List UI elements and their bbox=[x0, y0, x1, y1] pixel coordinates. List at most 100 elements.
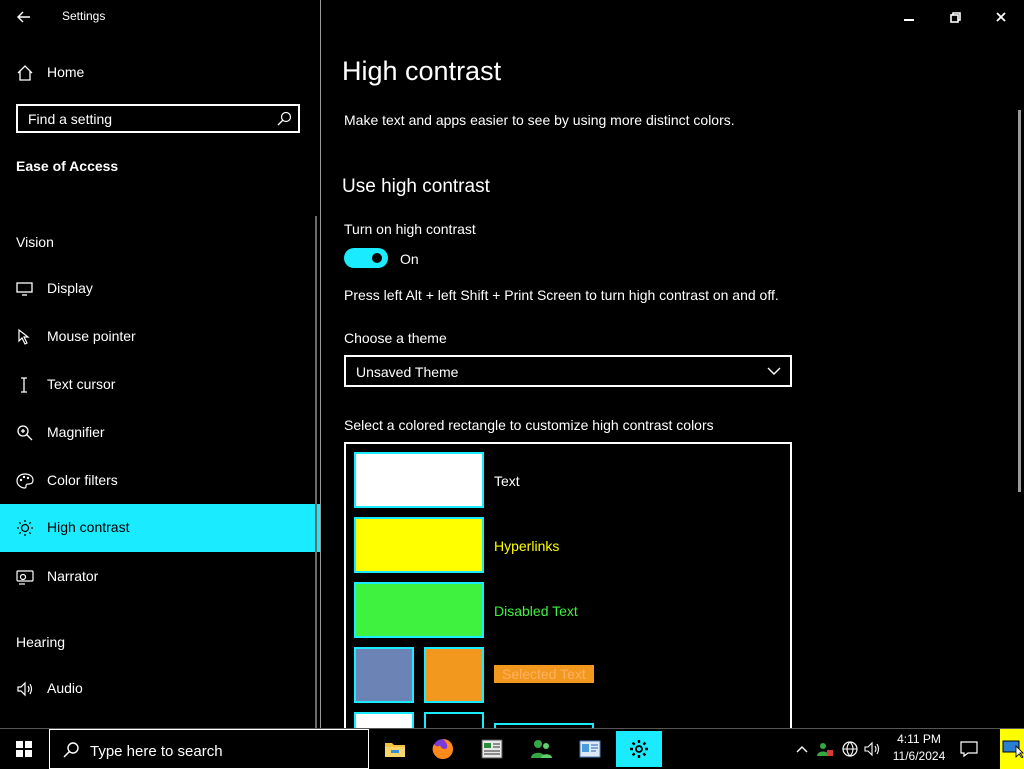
toggle-label: Turn on high contrast bbox=[344, 221, 476, 237]
taskbar-people-app[interactable] bbox=[518, 731, 564, 767]
sidebar-item-home[interactable]: Home bbox=[0, 49, 320, 97]
selected-text-background-swatch[interactable] bbox=[354, 647, 414, 703]
selected-text-foreground-swatch[interactable] bbox=[424, 647, 484, 703]
sidebar-item-magnifier[interactable]: Magnifier bbox=[0, 409, 320, 457]
clock-date: 11/6/2024 bbox=[892, 749, 946, 763]
taskbar-control-panel[interactable] bbox=[567, 731, 613, 767]
disabled-text-color-swatch[interactable] bbox=[354, 582, 484, 638]
sidebar: Home Ease of Access Vision Display Mouse… bbox=[0, 34, 320, 728]
search-icon bbox=[277, 111, 292, 126]
network-globe-icon bbox=[842, 741, 858, 757]
category-heading: Ease of Access bbox=[16, 158, 119, 174]
sidebar-item-label: Magnifier bbox=[47, 424, 105, 440]
document-app-icon bbox=[481, 739, 503, 759]
color-filters-icon bbox=[16, 473, 34, 489]
speaker-icon bbox=[17, 681, 33, 697]
start-button[interactable] bbox=[0, 729, 48, 769]
system-clock[interactable]: 4:11 PM 11/6/2024 bbox=[888, 731, 950, 767]
hearing-heading: Hearing bbox=[16, 634, 66, 650]
hyperlinks-color-swatch[interactable] bbox=[354, 517, 484, 573]
taskbar-document-app[interactable] bbox=[469, 731, 515, 767]
chevron-up-icon bbox=[796, 746, 808, 753]
restore-button[interactable] bbox=[932, 4, 978, 30]
sidebar-item-label: Audio bbox=[47, 680, 83, 696]
sidebar-item-label: Text cursor bbox=[47, 376, 116, 392]
page-title: High contrast bbox=[342, 56, 502, 86]
taskbar-firefox[interactable] bbox=[420, 731, 466, 767]
sidebar-item-label: Narrator bbox=[47, 568, 99, 584]
high-contrast-icon bbox=[17, 520, 33, 536]
sidebar-item-label: High contrast bbox=[47, 519, 130, 535]
app-status-icon bbox=[817, 743, 833, 756]
sidebar-scrollbar[interactable] bbox=[315, 216, 317, 728]
sidebar-item-label: Home bbox=[47, 64, 85, 80]
color-customization-panel: Text Hyperlinks Disabled Text Selected T… bbox=[344, 442, 792, 742]
tray-overflow-button[interactable] bbox=[792, 739, 812, 759]
main-content: High contrast Make text and apps easier … bbox=[321, 34, 1024, 742]
back-button[interactable] bbox=[8, 4, 40, 30]
theme-dropdown[interactable]: Unsaved Theme bbox=[344, 355, 792, 387]
taskbar: 4:11 PM 11/6/2024 bbox=[0, 728, 1024, 769]
section-title: Use high contrast bbox=[342, 176, 490, 197]
magnifier-icon bbox=[17, 425, 33, 441]
minimize-button[interactable] bbox=[886, 4, 932, 30]
people-app-icon bbox=[531, 740, 552, 758]
toggle-knob bbox=[372, 253, 382, 263]
settings-gear-icon bbox=[630, 740, 648, 758]
shortcut-hint: Press left Alt + left Shift + Print Scre… bbox=[344, 287, 779, 303]
search-input[interactable] bbox=[18, 106, 278, 131]
sidebar-item-mouse-pointer[interactable]: Mouse pointer bbox=[0, 313, 320, 361]
search-icon bbox=[63, 742, 79, 758]
disabled-text-color-label: Disabled Text bbox=[494, 603, 578, 619]
tray-network[interactable] bbox=[840, 739, 860, 759]
text-cursor-icon bbox=[21, 377, 27, 393]
selected-text-color-label: Selected Text bbox=[494, 665, 594, 683]
home-icon bbox=[17, 65, 33, 81]
narrator-icon bbox=[16, 570, 34, 585]
sidebar-item-label: Display bbox=[47, 280, 93, 296]
minimize-icon bbox=[904, 19, 914, 21]
find-setting-search[interactable] bbox=[16, 104, 300, 133]
sidebar-item-text-cursor[interactable]: Text cursor bbox=[0, 361, 320, 409]
taskbar-search[interactable] bbox=[49, 729, 369, 769]
mouse-pointer-icon bbox=[18, 328, 30, 345]
action-center-button[interactable] bbox=[959, 739, 979, 759]
file-explorer-icon bbox=[385, 743, 405, 757]
firefox-icon bbox=[432, 739, 453, 760]
control-panel-icon bbox=[579, 740, 601, 758]
text-color-label: Text bbox=[494, 473, 520, 489]
close-button[interactable] bbox=[978, 4, 1024, 30]
volume-icon bbox=[864, 741, 880, 757]
page-description: Make text and apps easier to see by usin… bbox=[344, 112, 735, 128]
sidebar-item-label: Color filters bbox=[47, 472, 118, 488]
sidebar-item-display[interactable]: Display bbox=[0, 265, 320, 313]
windows-logo-icon bbox=[16, 741, 32, 757]
desktop-preview-icon bbox=[1002, 740, 1024, 758]
sidebar-item-high-contrast[interactable]: High contrast bbox=[0, 504, 320, 552]
theme-dropdown-value: Unsaved Theme bbox=[356, 364, 459, 380]
text-color-swatch[interactable] bbox=[354, 452, 484, 508]
tray-app-status[interactable] bbox=[815, 739, 835, 759]
notification-icon bbox=[960, 741, 978, 758]
toggle-state: On bbox=[400, 251, 419, 267]
restore-icon bbox=[949, 11, 961, 23]
theme-label: Choose a theme bbox=[344, 330, 447, 346]
sidebar-item-color-filters[interactable]: Color filters bbox=[0, 457, 320, 505]
main-scrollbar[interactable] bbox=[1018, 110, 1021, 492]
sidebar-item-label: Mouse pointer bbox=[47, 328, 136, 344]
taskbar-settings[interactable] bbox=[616, 731, 662, 767]
colors-label: Select a colored rectangle to customize … bbox=[344, 417, 714, 433]
chevron-down-icon bbox=[767, 367, 781, 375]
show-desktop-button[interactable] bbox=[1000, 729, 1024, 769]
title-bar: Settings bbox=[0, 0, 1024, 34]
sidebar-item-narrator[interactable]: Narrator bbox=[0, 553, 320, 601]
monitor-icon bbox=[16, 282, 33, 296]
high-contrast-toggle[interactable] bbox=[344, 248, 388, 268]
vision-heading: Vision bbox=[16, 234, 54, 250]
app-title: Settings bbox=[62, 9, 106, 23]
taskbar-search-input[interactable] bbox=[88, 740, 362, 762]
sidebar-item-audio[interactable]: Audio bbox=[0, 665, 320, 713]
hyperlinks-color-label: Hyperlinks bbox=[494, 538, 560, 554]
taskbar-file-explorer[interactable] bbox=[372, 731, 418, 767]
tray-volume[interactable] bbox=[862, 739, 882, 759]
